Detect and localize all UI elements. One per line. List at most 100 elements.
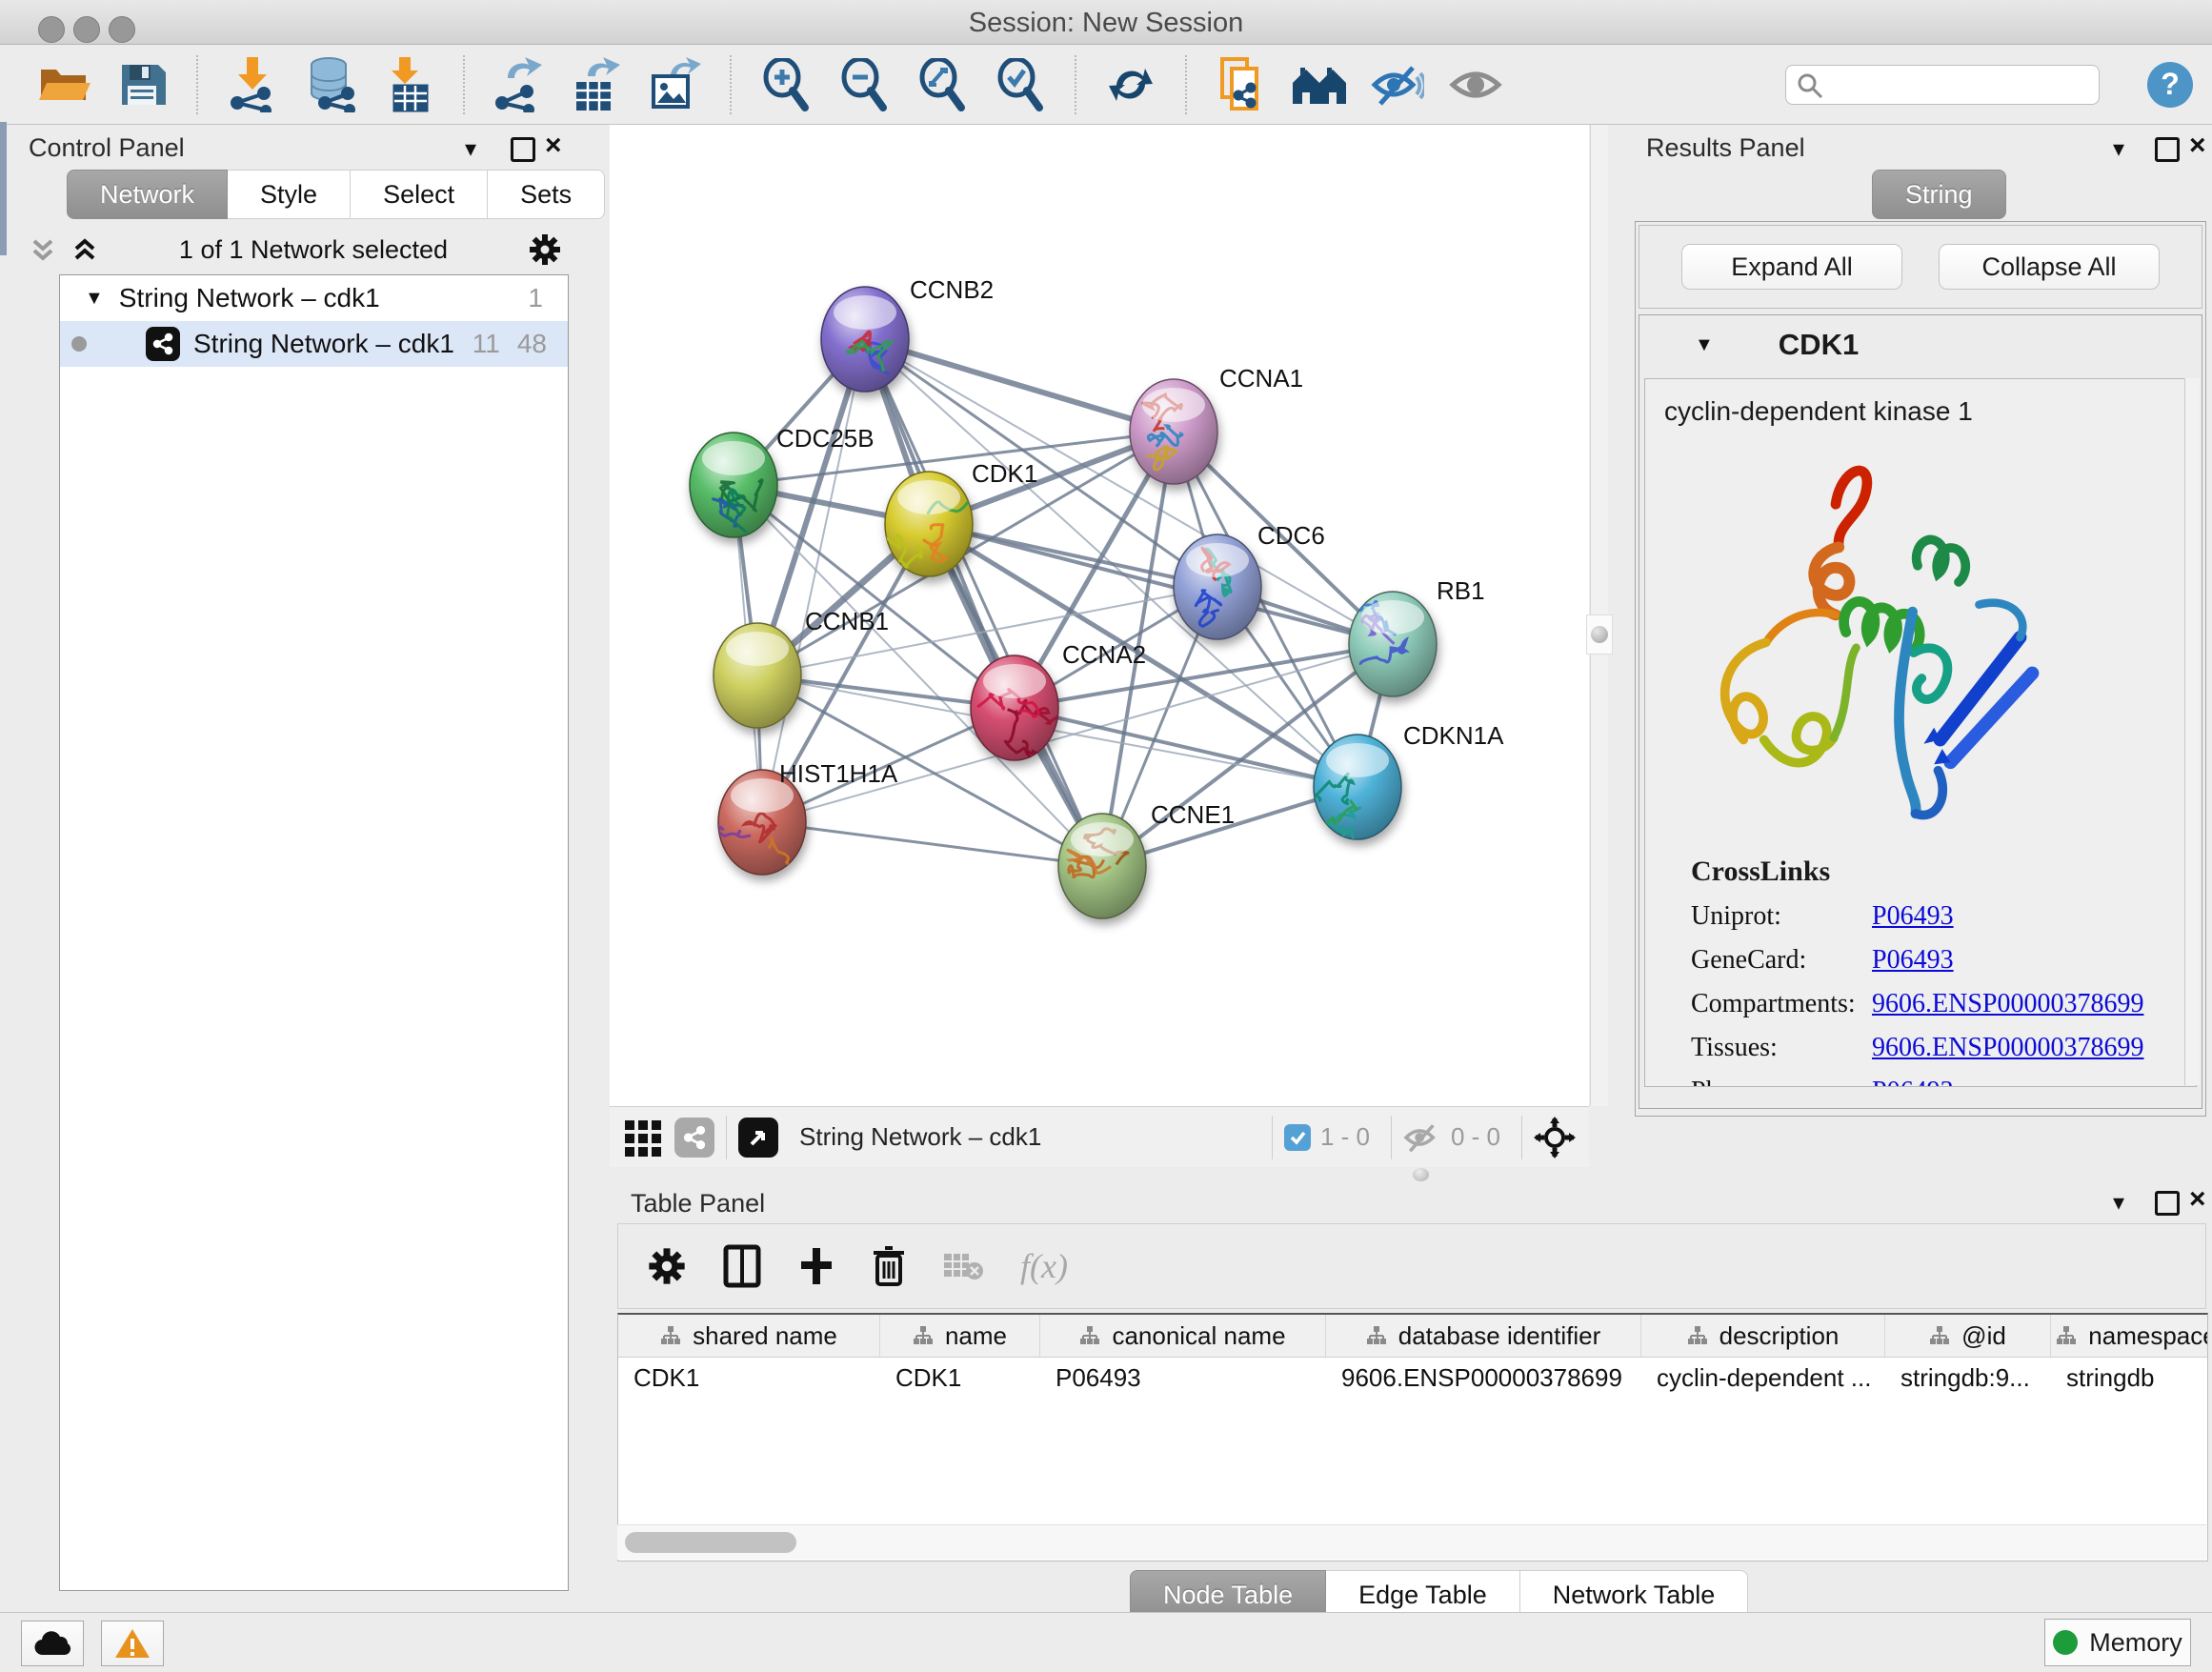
control-panel-float-icon[interactable]: [511, 137, 535, 162]
table-cell[interactable]: CDK1: [618, 1358, 880, 1398]
table-settings-gear-icon[interactable]: [647, 1246, 687, 1286]
control-panel-close-icon[interactable]: ×: [545, 130, 562, 162]
show-all-button[interactable]: [1448, 57, 1503, 112]
zoom-selected-icon: [995, 58, 1045, 111]
column-header-description[interactable]: description: [1641, 1315, 1885, 1357]
table-panel-float-icon[interactable]: [2155, 1191, 2180, 1216]
column-header--id[interactable]: @id: [1885, 1315, 2051, 1357]
cloud-button[interactable]: [21, 1621, 84, 1666]
column-header-name[interactable]: name: [880, 1315, 1040, 1357]
export-image-button[interactable]: [648, 57, 703, 112]
open-session-button[interactable]: [36, 57, 91, 112]
column-header-namespace[interactable]: namespace: [2051, 1315, 2208, 1357]
network-node-RB1[interactable]: RB1: [1349, 576, 1485, 696]
network-edge-HIST1H1A-CCNE1[interactable]: [762, 822, 1102, 866]
hide-selected-button[interactable]: [1370, 57, 1425, 112]
network-node-CDK1[interactable]: CDK1: [871, 459, 1037, 576]
network-node-HIST1H1A[interactable]: HIST1H1A: [696, 759, 898, 886]
collapse-all-button[interactable]: Collapse All: [1939, 244, 2160, 290]
results-panel-close-icon[interactable]: ×: [2189, 130, 2206, 162]
network-node-CDKN1A[interactable]: CDKN1A: [1310, 721, 1504, 845]
show-columns-icon[interactable]: [723, 1244, 761, 1288]
horizontal-splitter-handle[interactable]: [1413, 1168, 1429, 1181]
memory-button[interactable]: Memory: [2044, 1619, 2191, 1666]
table-panel-close-icon[interactable]: ×: [2189, 1183, 2206, 1216]
zoom-selected-button[interactable]: [993, 57, 1048, 112]
network-edge-CCNA2-CDKN1A[interactable]: [1015, 708, 1357, 787]
network-edge-CCNB2-HIST1H1A[interactable]: [762, 339, 865, 822]
table-cell[interactable]: stringdb:9...: [1885, 1358, 2051, 1398]
network-node-CCNA1[interactable]: CCNA1: [1130, 364, 1303, 484]
gene-section-header[interactable]: ▼ CDK1: [1639, 315, 2202, 374]
column-header-shared-name[interactable]: shared name: [618, 1315, 880, 1357]
new-network-from-selection-button[interactable]: [1214, 57, 1269, 112]
collection-expand-icon[interactable]: ▼: [85, 288, 104, 310]
network-splitter-handle[interactable]: [1586, 614, 1613, 655]
tab-network[interactable]: Network: [67, 170, 228, 219]
crosslink-link[interactable]: 9606.ENSP00000378699: [1872, 1033, 2143, 1063]
collapse-all-networks-icon[interactable]: [29, 235, 57, 264]
scrollbar-thumb[interactable]: [625, 1532, 796, 1553]
network-collection-row[interactable]: ▼ String Network – cdk1 1: [60, 275, 568, 321]
results-panel-float-icon[interactable]: [2155, 137, 2180, 162]
tab-select[interactable]: Select: [351, 170, 488, 219]
import-database-button[interactable]: [303, 57, 358, 112]
export-network-button[interactable]: [492, 57, 547, 112]
protein-structure-image: [1672, 433, 2196, 842]
birdseye-view-icon[interactable]: [738, 1118, 778, 1158]
table-row[interactable]: CDK1CDK1P064939606.ENSP00000378699cyclin…: [618, 1358, 2207, 1398]
warnings-button[interactable]: [101, 1621, 164, 1666]
create-column-icon[interactable]: [797, 1244, 835, 1288]
table-cell[interactable]: CDK1: [880, 1358, 1040, 1398]
zoom-out-button[interactable]: [836, 57, 892, 112]
control-panel-menu-icon[interactable]: ▾: [465, 135, 476, 163]
import-network-button[interactable]: [225, 57, 280, 112]
network-node-CDC25B[interactable]: CDC25B: [690, 424, 875, 537]
network-edge-CCNB2-CCNE1[interactable]: [865, 339, 1102, 866]
first-neighbors-button[interactable]: [1292, 57, 1347, 112]
selected-checkbox-icon[interactable]: [1284, 1124, 1311, 1151]
zoom-in-button[interactable]: [758, 57, 814, 112]
expand-all-networks-icon[interactable]: [70, 235, 99, 264]
help-button[interactable]: ?: [2147, 62, 2193, 108]
import-table-button[interactable]: [381, 57, 436, 112]
network-edge-CCNB2-CCNA1[interactable]: [865, 339, 1174, 432]
tab-style[interactable]: Style: [228, 170, 351, 219]
zoom-fit-button[interactable]: [915, 57, 970, 112]
grid-view-icon[interactable]: [623, 1117, 665, 1158]
network-node-CCNB1[interactable]: CCNB1: [714, 607, 889, 728]
houses-icon: [1291, 62, 1348, 108]
table-cell[interactable]: cyclin-dependent ...: [1641, 1358, 1885, 1398]
crosslink-link[interactable]: 9606.ENSP00000378699: [1872, 989, 2143, 1019]
crosslink-link[interactable]: P06493: [1872, 901, 1954, 932]
gene-name: CDK1: [1779, 328, 1859, 362]
network-canvas[interactable]: CCNB2CCNA1CDC25BCDK1CDC6RB1CCNB1CCNA2CDK…: [610, 125, 1589, 1106]
table-cell[interactable]: 9606.ENSP00000378699: [1326, 1358, 1641, 1398]
network-node-CCNB2[interactable]: CCNB2: [821, 275, 994, 392]
table-cell[interactable]: stringdb: [2051, 1358, 2208, 1398]
crosslink-link[interactable]: P06493: [1872, 1077, 1954, 1087]
expand-all-button[interactable]: Expand All: [1681, 244, 1902, 290]
column-header-database-identifier[interactable]: database identifier: [1326, 1315, 1641, 1357]
column-header-canonical-name[interactable]: canonical name: [1040, 1315, 1326, 1357]
results-panel-menu-icon[interactable]: ▾: [2113, 135, 2124, 163]
tab-string[interactable]: String: [1872, 170, 2006, 219]
search-input[interactable]: [1785, 65, 2100, 105]
zoom-out-icon: [839, 58, 889, 111]
gene-expand-icon[interactable]: ▼: [1695, 334, 1714, 356]
tab-sets[interactable]: Sets: [488, 170, 605, 219]
refresh-button[interactable]: [1103, 57, 1158, 112]
network-node-CCNE1[interactable]: CCNE1: [1058, 800, 1235, 918]
table-cell[interactable]: P06493: [1040, 1358, 1326, 1398]
network-options-gear-icon[interactable]: [528, 232, 562, 267]
network-row-selected[interactable]: String Network – cdk1 11 48: [60, 321, 568, 367]
save-session-button[interactable]: [114, 57, 170, 112]
network-share-icon[interactable]: [674, 1118, 714, 1158]
results-scrollbar[interactable]: [2184, 378, 2200, 1085]
table-horizontal-scrollbar[interactable]: [617, 1524, 2206, 1560]
table-panel-menu-icon[interactable]: ▾: [2113, 1189, 2124, 1217]
pan-crosshair-icon[interactable]: [1534, 1117, 1576, 1158]
export-table-button[interactable]: [570, 57, 625, 112]
crosslink-link[interactable]: P06493: [1872, 945, 1954, 976]
delete-column-icon[interactable]: [872, 1244, 906, 1288]
